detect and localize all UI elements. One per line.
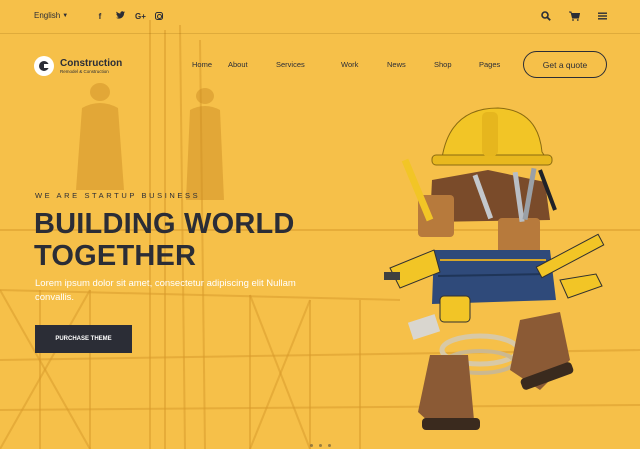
main-nav: Home About Services Work News Shop Pages [180,60,519,69]
nav-item-home[interactable]: Home [180,60,228,69]
purchase-theme-button[interactable]: PURCHASE THEME [35,325,132,353]
hero-subtext: Lorem ipsum dolor sit amet, consectetur … [35,278,296,303]
slider-dot[interactable] [319,444,322,447]
nav-item-shop[interactable]: Shop [434,60,479,69]
instagram-icon[interactable] [155,12,163,20]
hero-headline-line-1: BUILDING WORLD [34,208,295,240]
slider-dot[interactable] [310,444,313,447]
chevron-down-icon: ▼ [62,12,69,19]
top-icon-group [540,10,608,22]
social-links: f G+ [95,11,163,22]
hero-headline-line-2: TOGETHER [34,240,197,272]
top-bar: English ▼ f G+ [0,0,640,34]
slider-pagination [310,444,331,447]
google-plus-icon[interactable]: G+ [135,11,146,22]
cart-icon[interactable] [568,10,580,22]
nav-item-services[interactable]: Services [276,60,341,69]
logo-tagline: Remodel & Construction [60,68,109,74]
search-icon[interactable] [540,10,552,22]
hero-eyebrow: WE ARE STARTUP BUSINESS [35,191,201,200]
facebook-icon[interactable]: f [95,11,105,22]
get-quote-button[interactable]: Get a quote [523,51,607,78]
twitter-icon[interactable] [115,11,125,22]
logo-name: Construction [60,57,123,69]
logo-text: Construction Remodel & Construction [60,58,122,75]
language-selector[interactable]: English ▼ [34,11,68,20]
menu-icon[interactable] [596,10,608,22]
hero-headline: BUILDING WORLD TOGETHER [34,208,295,272]
construction-tools-illustration [384,107,605,430]
site-logo[interactable]: Construction Remodel & Construction [34,56,122,76]
nav-item-work[interactable]: Work [341,60,387,69]
language-label: English [34,11,61,20]
logo-icon [34,56,54,76]
nav-item-about[interactable]: About [228,60,276,69]
page: English ▼ f G+ Construction Remodel & Co… [0,0,640,449]
nav-item-pages[interactable]: Pages [479,60,519,69]
slider-dot[interactable] [328,444,331,447]
nav-item-news[interactable]: News [387,60,434,69]
